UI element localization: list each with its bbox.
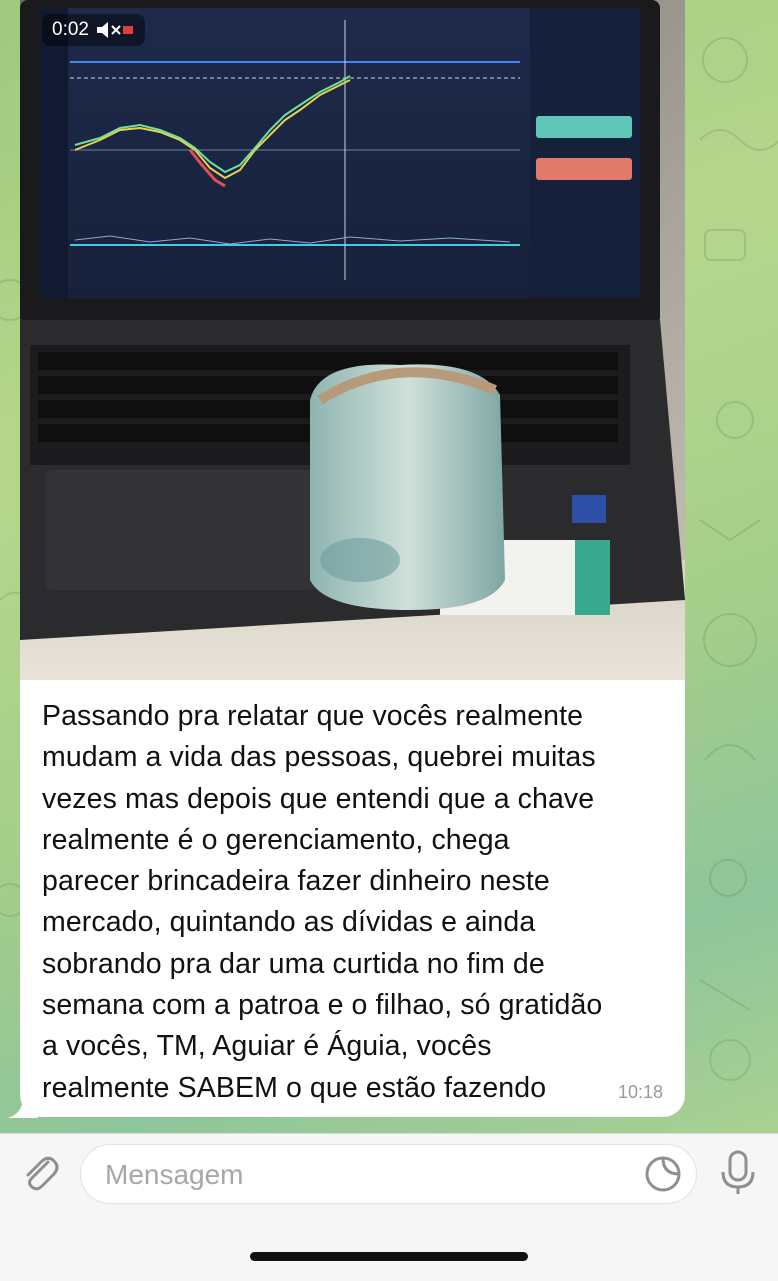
message-line: realmente SABEM o que estão fazendo	[42, 1071, 547, 1104]
message-bubble: 0:02 Passando pra relatar que vocês real…	[20, 0, 685, 1117]
message-input[interactable]: Mensagem	[80, 1144, 697, 1204]
message-line: a vocês, TM, Aguiar é Águia, vocês	[42, 1030, 492, 1063]
paperclip-icon[interactable]	[18, 1150, 62, 1194]
home-indicator	[250, 1252, 528, 1261]
bubble-tail	[8, 1096, 38, 1118]
video-thumbnail	[20, 0, 685, 680]
video-duration-badge: 0:02	[42, 14, 145, 46]
video-message[interactable]: 0:02	[20, 0, 685, 680]
video-duration: 0:02	[52, 19, 89, 40]
message-time: 10:18	[617, 1082, 663, 1102]
message-line: vezes mas depois que entendi que a chave	[42, 782, 595, 815]
message-line: mercado, quintando as dívidas e ainda	[42, 906, 536, 939]
message-line: Passando pra relatar que vocês realmente	[42, 700, 584, 732]
message-text: Passando pra relatar que vocês realmente…	[42, 696, 672, 1109]
message-line: mudam a vida das pessoas, quebrei muitas	[42, 741, 596, 774]
message-line: semana com a patroa e o filhao, só grati…	[42, 989, 603, 1022]
speaker-muted-icon[interactable]	[95, 20, 135, 40]
message-line: sobrando pra dar uma curtida no fim de	[42, 947, 545, 980]
sticker-icon[interactable]	[644, 1155, 682, 1193]
microphone-icon[interactable]	[718, 1150, 758, 1196]
message-input-placeholder: Mensagem	[105, 1159, 244, 1190]
message-line: realmente é o gerenciamento, chega	[42, 823, 510, 856]
message-line: parecer brincadeira fazer dinheiro neste	[42, 865, 550, 898]
